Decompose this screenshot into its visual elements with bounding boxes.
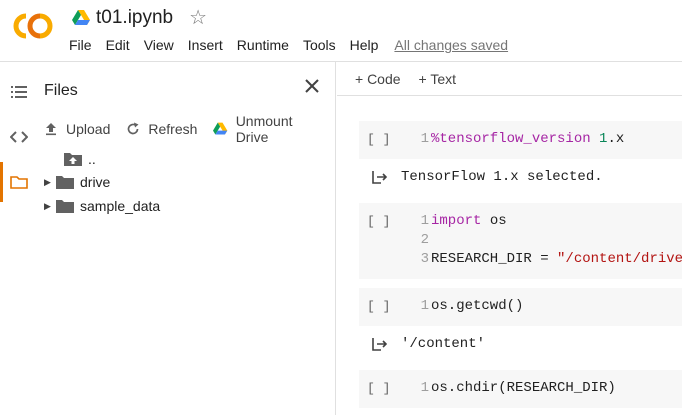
unmount-drive-button[interactable]: Unmount Drive xyxy=(213,113,319,145)
code-cell[interactable]: [ ] 1 os.chdir(RESEARCH_DIR) xyxy=(359,370,682,408)
run-cell-button[interactable]: [ ] xyxy=(367,381,390,396)
code-token: .x xyxy=(607,131,625,147)
code-line: 1 os.getcwd() xyxy=(415,298,524,317)
refresh-icon xyxy=(128,122,139,135)
files-panel: Files Upload Refresh Unmount Drive .. ▶ … xyxy=(36,62,336,415)
folder-up-icon xyxy=(64,153,82,166)
upload-icon xyxy=(46,123,56,136)
active-tab-indicator xyxy=(0,162,3,202)
code-token: import xyxy=(431,213,482,229)
output-icon[interactable] xyxy=(371,336,389,352)
cell-output: '/content' xyxy=(359,333,485,355)
file-actions: Upload Refresh Unmount Drive xyxy=(44,113,335,145)
code-cell[interactable]: [ ] 1 import os 2 3 RESEARCH_DIR = "/con… xyxy=(359,203,682,279)
tree-item-label: sample_data xyxy=(80,198,161,214)
refresh-label: Refresh xyxy=(148,121,198,137)
menu-view[interactable]: View xyxy=(144,37,174,53)
files-panel-title: Files xyxy=(44,82,78,99)
output-icon[interactable] xyxy=(371,169,389,185)
code-token: 1 xyxy=(599,131,608,147)
line-number: 1 xyxy=(420,298,429,314)
chevron-right-icon[interactable]: ▶ xyxy=(44,201,56,212)
star-icon[interactable]: ☆ xyxy=(189,8,207,28)
app-header: t01.ipynb ☆ File Edit View Insert Runtim… xyxy=(0,0,682,62)
code-snippets-icon[interactable] xyxy=(10,128,28,146)
line-number: 1 xyxy=(420,131,429,147)
table-of-contents-icon[interactable] xyxy=(10,83,28,101)
menu-edit[interactable]: Edit xyxy=(106,37,130,53)
google-drive-icon xyxy=(213,122,228,135)
folder-icon xyxy=(56,176,74,189)
output-text: '/content' xyxy=(401,336,486,352)
left-rail xyxy=(0,62,36,415)
add-code-button[interactable]: + Code xyxy=(355,71,401,87)
notebook-toolbar: + Code + Text xyxy=(337,62,682,96)
tree-item-label: drive xyxy=(80,174,111,190)
run-cell-button[interactable]: [ ] xyxy=(367,299,390,314)
upload-label: Upload xyxy=(66,121,111,137)
menu-bar: File Edit View Insert Runtime Tools Help… xyxy=(69,37,522,53)
run-cell-button[interactable]: [ ] xyxy=(367,132,390,147)
refresh-button[interactable]: Refresh xyxy=(126,113,197,145)
code-line: 1 os.chdir(RESEARCH_DIR) xyxy=(415,380,616,399)
code-line: 1 %tensorflow_version 1 .x xyxy=(415,131,625,150)
menu-tools[interactable]: Tools xyxy=(303,37,336,53)
run-cell-button[interactable]: [ ] xyxy=(367,214,390,229)
menu-help[interactable]: Help xyxy=(350,37,379,53)
upload-button[interactable]: Upload xyxy=(44,113,110,145)
google-drive-icon xyxy=(72,10,90,25)
tree-item-drive[interactable]: ▶ drive xyxy=(44,172,110,192)
tree-item-sample-data[interactable]: ▶ sample_data xyxy=(44,196,160,216)
line-number: 1 xyxy=(420,380,429,396)
folder-icon xyxy=(56,200,74,213)
tree-item-parent[interactable]: .. xyxy=(52,149,96,169)
menu-insert[interactable]: Insert xyxy=(188,37,223,53)
tree-item-label: .. xyxy=(88,151,96,167)
notebook-title[interactable]: t01.ipynb xyxy=(96,7,173,29)
title-row: t01.ipynb ☆ xyxy=(72,6,207,30)
code-line: 3 RESEARCH_DIR = "/content/drive xyxy=(415,251,682,270)
code-line: 2 xyxy=(415,232,431,251)
menu-file[interactable]: File xyxy=(69,37,92,53)
code-line: 1 import os xyxy=(415,213,507,232)
code-cell[interactable]: [ ] 1 %tensorflow_version 1 .x xyxy=(359,121,682,159)
save-status[interactable]: All changes saved xyxy=(394,37,508,53)
code-token: os.chdir(RESEARCH_DIR) xyxy=(431,380,616,396)
close-icon[interactable] xyxy=(302,76,322,96)
notebook-area: + Code + Text [ ] 1 %tensorflow_version … xyxy=(337,62,682,415)
add-text-button[interactable]: + Text xyxy=(419,71,457,87)
code-token: os xyxy=(481,213,507,229)
menu-runtime[interactable]: Runtime xyxy=(237,37,289,53)
code-token: RESEARCH_DIR = xyxy=(431,251,558,267)
code-token: %tensorflow_version xyxy=(431,131,591,147)
files-icon[interactable] xyxy=(10,173,28,191)
chevron-right-icon[interactable]: ▶ xyxy=(44,177,56,188)
unmount-drive-label: Unmount Drive xyxy=(235,113,293,145)
code-token: "/content/drive xyxy=(557,251,682,267)
code-token: os.getcwd() xyxy=(431,298,524,314)
line-number: 1 xyxy=(420,213,429,229)
colab-logo[interactable] xyxy=(10,10,56,42)
line-number: 2 xyxy=(420,232,429,248)
output-text: TensorFlow 1.x selected. xyxy=(401,169,603,185)
cell-output: TensorFlow 1.x selected. xyxy=(359,166,603,188)
code-cell[interactable]: [ ] 1 os.getcwd() xyxy=(359,288,682,326)
line-number: 3 xyxy=(420,251,429,267)
